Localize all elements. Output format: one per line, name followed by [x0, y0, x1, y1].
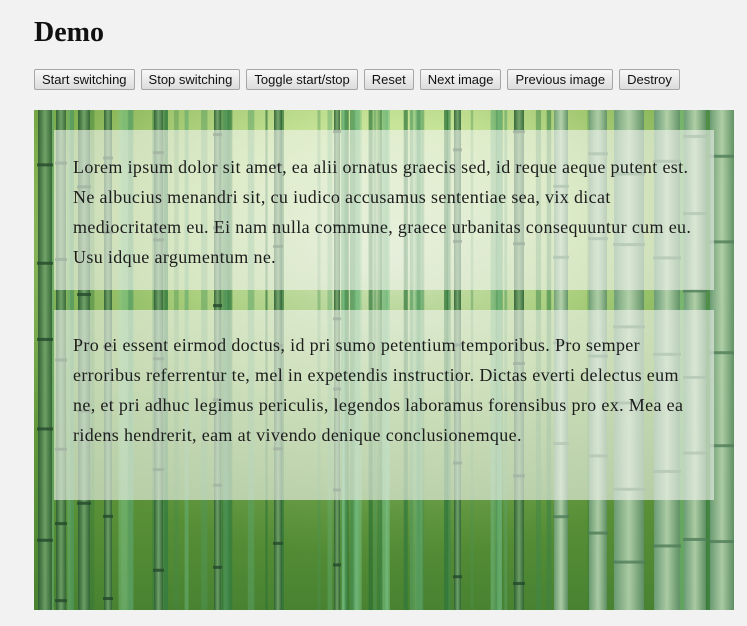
reset-button[interactable]: Reset: [363, 69, 414, 90]
paragraph-2: Pro ei essent eirmod doctus, id pri sumo…: [73, 335, 684, 445]
stop-switching-button[interactable]: Stop switching: [140, 69, 241, 90]
next-image-button[interactable]: Next image: [419, 69, 502, 90]
toolbar: Start switching Stop switching Toggle st…: [34, 69, 680, 90]
page-title: Demo: [34, 17, 104, 48]
text-panel-1: Lorem ipsum dolor sit amet, ea alii orna…: [54, 130, 714, 290]
text-panel-2: Pro ei essent eirmod doctus, id pri sumo…: [54, 310, 714, 500]
previous-image-button[interactable]: Previous image: [507, 69, 614, 90]
start-switching-button[interactable]: Start switching: [34, 69, 135, 90]
destroy-button[interactable]: Destroy: [619, 69, 680, 90]
toggle-start-stop-button[interactable]: Toggle start/stop: [246, 69, 358, 90]
slideshow-stage: Lorem ipsum dolor sit amet, ea alii orna…: [34, 110, 734, 610]
paragraph-1: Lorem ipsum dolor sit amet, ea alii orna…: [73, 157, 692, 267]
